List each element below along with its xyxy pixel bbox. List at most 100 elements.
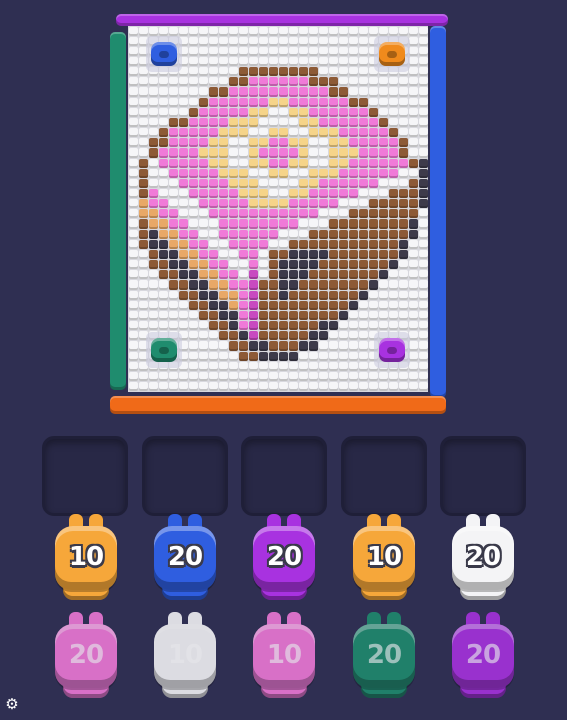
- pixel-block: [408, 260, 418, 270]
- pixel-block: [278, 341, 288, 351]
- pixel-block: [268, 229, 278, 239]
- pixel-block: [188, 67, 198, 77]
- pixel-block: [418, 87, 428, 97]
- pixel-block: [308, 371, 318, 381]
- pixel-block: [208, 87, 218, 97]
- pixel-block: [418, 46, 428, 56]
- pixel-block: [318, 270, 328, 280]
- launcher-top-left[interactable]: [146, 36, 182, 72]
- pixel-block: [238, 128, 248, 138]
- pixel-block: [258, 300, 268, 310]
- launcher-top-right[interactable]: [374, 36, 410, 72]
- pixel-block: [188, 97, 198, 107]
- pixel-block: [318, 290, 328, 300]
- empty-slot[interactable]: [42, 436, 128, 516]
- pixel-block: [328, 56, 338, 67]
- pixel-block: [238, 77, 248, 87]
- pig-shooter[interactable]: 20: [53, 612, 119, 704]
- pig-shooter[interactable]: 20: [450, 514, 516, 606]
- pixel-block: [288, 138, 298, 148]
- pixel-block: [128, 199, 138, 209]
- pixel-block: [238, 321, 248, 331]
- pixel-block: [188, 239, 198, 249]
- launcher-bottom-right[interactable]: [374, 332, 410, 368]
- empty-slot[interactable]: [440, 436, 526, 516]
- pixel-block: [238, 199, 248, 209]
- pixel-block: [258, 97, 268, 107]
- pixel-block: [288, 77, 298, 87]
- pixel-block: [298, 260, 308, 270]
- pixel-block: [208, 249, 218, 260]
- pixel-block: [198, 158, 208, 168]
- pixel-block: [338, 107, 348, 117]
- pixel-block: [328, 128, 338, 138]
- pixel-block: [318, 178, 328, 188]
- pixel-block: [128, 117, 138, 128]
- pixel-block: [398, 199, 408, 209]
- pixel-block: [408, 87, 418, 97]
- pixel-block: [308, 229, 318, 239]
- pixel-block: [408, 229, 418, 239]
- pixel-block: [328, 168, 338, 178]
- pixel-block: [398, 270, 408, 280]
- pixel-block: [308, 97, 318, 107]
- pig-shooter[interactable]: 10: [251, 612, 317, 704]
- pixel-block: [158, 77, 168, 87]
- pixel-block: [358, 178, 368, 188]
- launcher-bottom-left[interactable]: [146, 332, 182, 368]
- pixel-block: [338, 178, 348, 188]
- pixel-block: [278, 46, 288, 56]
- pig-shooter[interactable]: 10: [152, 612, 218, 704]
- pixel-block: [298, 189, 308, 199]
- pixel-block: [318, 341, 328, 351]
- pixel-block: [248, 138, 258, 148]
- pixel-block: [138, 178, 148, 188]
- pixel-block: [248, 310, 258, 321]
- pig-shooter[interactable]: 20: [152, 514, 218, 606]
- pixel-block: [378, 87, 388, 97]
- pig-shooter[interactable]: 20: [251, 514, 317, 606]
- pixel-block: [258, 270, 268, 280]
- pixel-block: [318, 280, 328, 290]
- empty-slot[interactable]: [340, 436, 427, 516]
- pixel-block: [168, 209, 178, 219]
- pixel-block: [248, 300, 258, 310]
- pixel-block: [278, 381, 288, 392]
- pixel-block: [148, 239, 158, 249]
- pixel-block: [178, 158, 188, 168]
- pig-shooter[interactable]: 10: [53, 514, 119, 606]
- pixel-block: [358, 46, 368, 56]
- pixel-block: [228, 371, 238, 381]
- pixel-block: [308, 148, 318, 158]
- pixel-block: [308, 381, 318, 392]
- pixel-block: [158, 371, 168, 381]
- pixel-block: [338, 371, 348, 381]
- pixel-block: [248, 117, 258, 128]
- empty-slot[interactable]: [241, 436, 327, 516]
- pixel-block: [228, 260, 238, 270]
- pixel-block: [388, 168, 398, 178]
- pixel-block: [238, 26, 248, 36]
- pixel-block: [238, 97, 248, 107]
- empty-slot[interactable]: [141, 436, 228, 516]
- pixel-block: [148, 310, 158, 321]
- pixel-block: [218, 199, 228, 209]
- pixel-block: [238, 270, 248, 280]
- pixel-block: [398, 178, 408, 188]
- pixel-block: [288, 148, 298, 158]
- pixel-block: [138, 199, 148, 209]
- pixel-block: [348, 148, 358, 158]
- pixel-block: [348, 361, 358, 371]
- gear-icon[interactable]: ⚙: [4, 696, 20, 712]
- pixel-block: [338, 46, 348, 56]
- pixel-block: [208, 128, 218, 138]
- pixel-block: [228, 290, 238, 300]
- pig-shooter[interactable]: 20: [450, 612, 516, 704]
- pixel-block: [158, 229, 168, 239]
- pig-shooter[interactable]: 10: [351, 514, 417, 606]
- pig-launcher-icon: [379, 338, 405, 362]
- pixel-block: [218, 331, 228, 341]
- pixel-block: [188, 107, 198, 117]
- pixel-block: [198, 128, 208, 138]
- pig-shooter[interactable]: 20: [351, 612, 417, 704]
